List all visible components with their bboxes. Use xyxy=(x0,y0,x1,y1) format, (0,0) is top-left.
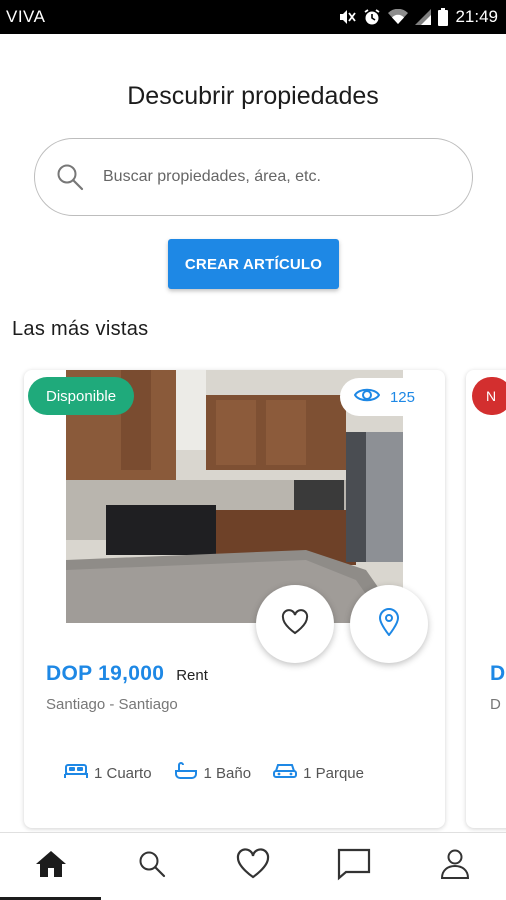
status-badge: Disponible xyxy=(28,377,135,415)
price: DOP 19,000 xyxy=(46,662,165,685)
view-count-value: 125 xyxy=(389,388,415,406)
nav-favorites[interactable] xyxy=(202,833,303,900)
price-row: DOP 19,000 Rent xyxy=(46,662,208,686)
property-card[interactable]: Disponible 125 DOP 19,000 Rent Santiago … xyxy=(24,370,445,828)
bottom-navigation xyxy=(0,832,506,900)
alarm-icon xyxy=(363,8,381,26)
price-type: Rent xyxy=(176,667,208,684)
battery-icon xyxy=(438,8,449,26)
page-title: Descubrir propiedades xyxy=(127,82,379,110)
status-badge: N xyxy=(472,377,506,415)
mute-icon xyxy=(338,8,357,26)
wifi-icon xyxy=(388,9,409,25)
amenities: 1 Cuarto 1 Baño 1 Parque xyxy=(64,762,364,784)
status-icons: 21:49 xyxy=(338,7,498,27)
favorite-button[interactable] xyxy=(256,585,334,663)
price: D xyxy=(490,662,506,685)
amenity-rooms: 1 Cuarto xyxy=(64,762,152,784)
car-icon xyxy=(273,762,298,784)
carrier-name: VIVA xyxy=(6,7,46,26)
heart-icon xyxy=(281,608,309,640)
nav-home[interactable] xyxy=(0,833,102,900)
property-location: Santiago - Santiago xyxy=(46,696,178,713)
bathtub-icon xyxy=(174,762,198,784)
create-article-button[interactable]: CREAR ARTÍCULO xyxy=(168,239,339,289)
clock-time: 21:49 xyxy=(455,7,498,26)
bed-icon xyxy=(64,762,88,784)
home-icon xyxy=(34,849,68,884)
amenity-baths: 1 Baño xyxy=(174,762,252,784)
property-card-next[interactable]: N D D xyxy=(466,370,506,828)
amenity-parking: 1 Parque xyxy=(273,762,364,784)
eye-icon xyxy=(353,386,381,408)
view-count: 125 xyxy=(339,378,429,416)
search-icon xyxy=(55,162,85,192)
nav-search[interactable] xyxy=(101,833,202,900)
status-bar: VIVA 21:49 xyxy=(0,0,506,34)
heart-icon xyxy=(235,848,271,885)
search-input[interactable] xyxy=(103,168,443,186)
location-pin-icon xyxy=(378,607,400,641)
profile-icon xyxy=(440,848,470,885)
nav-profile[interactable] xyxy=(405,833,506,900)
location-button[interactable] xyxy=(350,585,428,663)
amenity-rooms-label: 1 Cuarto xyxy=(94,764,152,782)
amenity-parking-label: 1 Parque xyxy=(303,764,364,782)
signal-icon xyxy=(415,9,432,25)
section-title-most-viewed: Las más vistas xyxy=(12,318,149,340)
search-icon xyxy=(137,849,167,884)
chat-icon xyxy=(336,847,372,886)
search-bar[interactable] xyxy=(34,138,473,216)
property-location: D xyxy=(490,696,501,713)
amenity-baths-label: 1 Baño xyxy=(203,764,252,782)
nav-messages[interactable] xyxy=(304,833,405,900)
